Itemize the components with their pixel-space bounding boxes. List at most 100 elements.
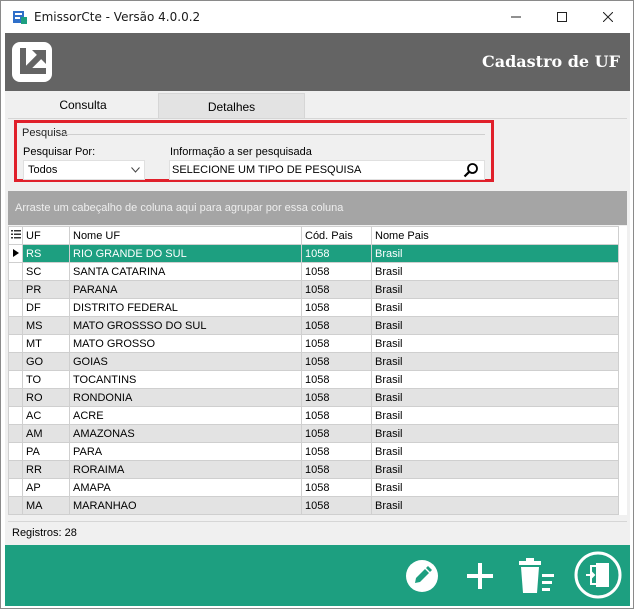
cell-cod-pais[interactable]: 1058 — [301, 352, 372, 371]
row-indicator[interactable] — [8, 262, 23, 281]
cell-nome-pais[interactable]: Brasil — [371, 352, 619, 371]
row-indicator[interactable] — [8, 280, 23, 299]
cell-nome-uf[interactable]: RONDONIA — [69, 388, 302, 407]
cell-uf[interactable]: DF — [22, 298, 70, 317]
cell-cod-pais[interactable]: 1058 — [301, 442, 372, 461]
cell-nome-pais[interactable]: Brasil — [371, 514, 619, 515]
cell-nome-uf[interactable]: DISTRITO FEDERAL — [69, 298, 302, 317]
search-by-select[interactable]: Todos — [23, 160, 145, 180]
cell-uf[interactable]: MT — [22, 334, 70, 353]
cell-nome-uf[interactable]: RIO GRANDE DO SUL — [69, 244, 302, 263]
cell-uf[interactable]: MA — [22, 496, 70, 515]
add-button[interactable] — [458, 554, 502, 598]
row-indicator[interactable] — [8, 496, 23, 515]
cell-nome-uf[interactable]: GOIAS — [69, 352, 302, 371]
maximize-button[interactable] — [539, 1, 585, 33]
table-row[interactable]: AM AMAZONAS 1058 Brasil — [8, 424, 619, 443]
table-row[interactable]: RR RORAIMA 1058 Brasil — [8, 460, 619, 479]
cell-cod-pais[interactable]: 1058 — [301, 424, 372, 443]
cell-nome-uf[interactable]: MATO GROSSSO DO SUL — [69, 316, 302, 335]
cell-nome-pais[interactable]: Brasil — [371, 406, 619, 425]
cell-uf[interactable]: PR — [22, 280, 70, 299]
cell-nome-uf[interactable]: AMAZONAS — [69, 424, 302, 443]
table-row[interactable]: PA PARA 1058 Brasil — [8, 442, 619, 461]
minimize-button[interactable] — [493, 1, 539, 33]
cell-cod-pais[interactable]: 1058 — [301, 334, 372, 353]
cell-cod-pais[interactable]: 1058 — [301, 388, 372, 407]
delete-button[interactable] — [513, 554, 557, 598]
cell-cod-pais[interactable]: 1058 — [301, 262, 372, 281]
cell-nome-pais[interactable]: Brasil — [371, 496, 619, 515]
cell-nome-pais[interactable]: Brasil — [371, 316, 619, 335]
table-row[interactable]: RO RONDONIA 1058 Brasil — [8, 388, 619, 407]
tab-consulta[interactable]: Consulta — [8, 92, 158, 118]
cell-uf[interactable]: PA — [22, 442, 70, 461]
table-row[interactable]: MS MATO GROSSSO DO SUL 1058 Brasil — [8, 316, 619, 335]
table-row[interactable]: AP AMAPA 1058 Brasil — [8, 478, 619, 497]
table-row[interactable]: MA MARANHAO 1058 Brasil — [8, 496, 619, 515]
cell-uf[interactable]: GO — [22, 352, 70, 371]
cell-cod-pais[interactable]: 1058 — [301, 280, 372, 299]
cell-cod-pais[interactable]: 1058 — [301, 460, 372, 479]
table-row[interactable]: PR PARANA 1058 Brasil — [8, 280, 619, 299]
cell-nome-pais[interactable]: Brasil — [371, 478, 619, 497]
cell-uf[interactable]: TO — [22, 370, 70, 389]
cell-nome-pais[interactable]: Brasil — [371, 298, 619, 317]
cell-nome-uf[interactable]: PARANA — [69, 280, 302, 299]
cell-uf[interactable]: AM — [22, 424, 70, 443]
tab-detalhes[interactable]: Detalhes — [158, 93, 305, 119]
cell-cod-pais[interactable]: 1058 — [301, 496, 372, 515]
column-header-nome-pais[interactable]: Nome Pais — [371, 226, 619, 245]
group-by-panel[interactable]: Arraste um cabeçalho de coluna aqui para… — [8, 191, 627, 225]
cell-uf[interactable]: MS — [22, 316, 70, 335]
table-row[interactable]: DF DISTRITO FEDERAL 1058 Brasil — [8, 298, 619, 317]
cell-nome-pais[interactable]: Brasil — [371, 334, 619, 353]
cell-cod-pais[interactable]: 1058 — [301, 478, 372, 497]
column-chooser-icon[interactable] — [8, 226, 23, 245]
cell-cod-pais[interactable]: 1058 — [301, 316, 372, 335]
cell-uf[interactable]: RR — [22, 460, 70, 479]
cell-nome-uf[interactable]: PIAUI — [69, 514, 302, 515]
table-row[interactable]: PIPIAUI1058Brasil — [8, 514, 619, 515]
cell-uf[interactable]: AC — [22, 406, 70, 425]
row-indicator[interactable] — [8, 388, 23, 407]
exit-button[interactable] — [574, 551, 622, 599]
row-indicator[interactable] — [8, 424, 23, 443]
row-indicator[interactable] — [8, 316, 23, 335]
table-row[interactable]: SC SANTA CATARINA 1058 Brasil — [8, 262, 619, 281]
cell-cod-pais[interactable]: 1058 — [301, 514, 372, 515]
row-indicator[interactable] — [8, 442, 23, 461]
cell-nome-uf[interactable]: ACRE — [69, 406, 302, 425]
table-row[interactable]: RS RIO GRANDE DO SUL 1058 Brasil — [8, 244, 619, 263]
cell-nome-uf[interactable]: AMAPA — [69, 478, 302, 497]
cell-nome-pais[interactable]: Brasil — [371, 424, 619, 443]
cell-uf[interactable]: PI — [22, 514, 70, 515]
row-indicator[interactable] — [8, 370, 23, 389]
cell-nome-uf[interactable]: MATO GROSSO — [69, 334, 302, 353]
row-indicator[interactable] — [8, 478, 23, 497]
cell-cod-pais[interactable]: 1058 — [301, 298, 372, 317]
row-indicator[interactable] — [8, 514, 23, 515]
cell-nome-pais[interactable]: Brasil — [371, 388, 619, 407]
row-indicator[interactable] — [8, 406, 23, 425]
row-indicator[interactable] — [8, 298, 23, 317]
cell-nome-pais[interactable]: Brasil — [371, 460, 619, 479]
cell-uf[interactable]: SC — [22, 262, 70, 281]
cell-cod-pais[interactable]: 1058 — [301, 370, 372, 389]
cell-cod-pais[interactable]: 1058 — [301, 406, 372, 425]
cell-nome-pais[interactable]: Brasil — [371, 442, 619, 461]
table-row[interactable]: AC ACRE 1058 Brasil — [8, 406, 619, 425]
row-indicator[interactable] — [8, 244, 23, 263]
cell-nome-uf[interactable]: MARANHAO — [69, 496, 302, 515]
cell-nome-uf[interactable]: SANTA CATARINA — [69, 262, 302, 281]
table-row[interactable]: TO TOCANTINS 1058 Brasil — [8, 370, 619, 389]
row-indicator[interactable] — [8, 334, 23, 353]
cell-nome-pais[interactable]: Brasil — [371, 244, 619, 263]
row-indicator[interactable] — [8, 352, 23, 371]
table-row[interactable]: GO GOIAS 1058 Brasil — [8, 352, 619, 371]
table-row[interactable]: MT MATO GROSSO 1058 Brasil — [8, 334, 619, 353]
cell-nome-pais[interactable]: Brasil — [371, 370, 619, 389]
cell-uf[interactable]: RO — [22, 388, 70, 407]
cell-uf[interactable]: RS — [22, 244, 70, 263]
cell-cod-pais[interactable]: 1058 — [301, 244, 372, 263]
